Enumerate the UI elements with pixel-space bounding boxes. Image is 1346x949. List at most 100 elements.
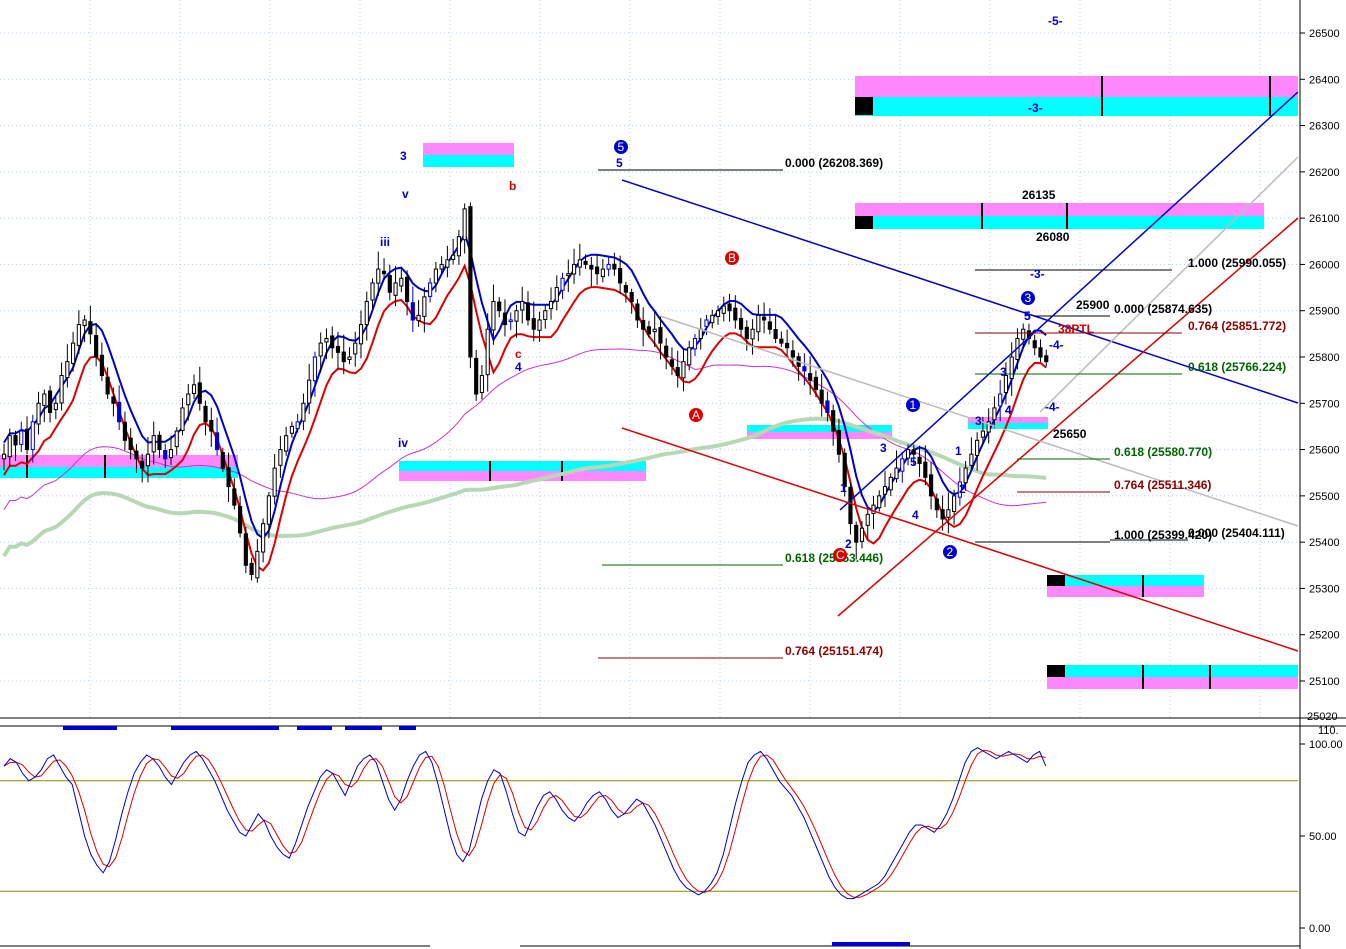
candle-body [99,354,104,377]
candle-body [762,316,767,321]
candle-body [859,527,865,542]
candle-body [623,285,628,293]
wave-label: 5 [910,455,917,469]
candle-body [191,384,197,394]
wave-label: 4 [912,508,919,522]
candle-body [871,504,876,515]
candle-body [140,460,145,469]
candle-body [571,263,577,275]
candle-body [278,449,283,466]
candle-body [733,307,738,321]
price-tick-label: 25500 [1309,491,1340,503]
price-tick-label: 25900 [1309,306,1340,318]
wave-label: iv [398,436,408,450]
wave-label: A [692,408,700,422]
candle-body [750,328,755,340]
candle-body [59,375,64,404]
candle-body [900,458,905,472]
candle-body [451,254,456,260]
candle-body [566,273,571,277]
wave-label: 38PTL [1058,322,1094,336]
zone-second-cyan [855,216,1264,229]
candle-body [1009,356,1014,379]
candle-body [554,287,559,302]
wave-label: c [515,347,522,361]
candle-body [1038,347,1043,358]
stock-chart: 0.000 (26208.369)0.618 (25353.446)0.764 … [0,0,1346,949]
zone-marker-block [855,97,873,115]
candle-body [47,390,53,414]
zone-bottom-cyan [1047,665,1298,677]
wave-label: 4 [515,360,522,374]
candle-body [756,314,761,333]
oscillator-top-label: 110. [1318,725,1339,737]
candle-body [422,296,427,317]
candle-body [433,268,438,284]
candle-body [980,430,985,438]
candle-body [888,476,893,491]
price-tick-label: 25800 [1309,352,1340,364]
price-tick-label: 26000 [1309,259,1340,271]
candle-body [289,425,294,434]
candle-body [502,312,508,326]
candle-body [468,206,473,358]
candle-body [7,435,12,458]
candle-body [658,327,663,344]
candle-body [491,300,496,331]
price-tick-label: 25700 [1309,398,1340,410]
candle-body [497,301,502,312]
candle-body [19,430,24,445]
wave-label: 5 [616,156,623,170]
candle-body [560,277,565,291]
time-marker-bar [399,726,416,730]
wave-circle-label: 3 [1025,291,1032,305]
candle-body [543,310,548,321]
candle-body [24,428,30,451]
candle-body [635,303,640,321]
fib-label-c0: 0.000 (25404.111) [1188,526,1285,540]
candle-body [42,393,47,406]
candle-body [808,373,813,381]
candle-body [923,461,928,478]
wave-label: 3 [975,414,982,428]
candle-body [335,345,341,353]
candle-body [428,282,433,297]
candle-body [854,524,859,543]
time-marker-bar [171,726,279,730]
wave-label: 2 [845,537,852,551]
zone-marker-block [1047,665,1065,677]
candle-body [692,337,698,350]
zone-low-pink [1047,586,1204,597]
candle-body [53,402,58,411]
candle-body [721,305,726,314]
candle-body [865,513,870,526]
candle-body [514,310,519,322]
candle-body [710,314,715,324]
fib-label-b618: 0.618 (25766.224) [1188,360,1286,374]
candle-body [612,263,617,270]
candle-body [439,263,444,270]
candle-body [122,421,128,441]
candle-body [779,338,784,344]
candle-body [744,326,749,339]
candle-body [738,317,744,330]
candle-body [105,376,110,395]
candle-body [462,208,467,241]
candle-body [312,356,318,382]
price-tick-label: 25200 [1309,630,1340,642]
candle-body [13,435,18,446]
candle-body [238,506,243,534]
oscillator-tick-label: 100.00 [1309,739,1343,751]
candle-body [577,259,582,268]
candle-body [836,430,842,455]
price-tick-label: 26100 [1309,213,1340,225]
candle-body [243,533,248,566]
zone-top-wide-cyan [855,97,1298,116]
candle-body [364,300,369,326]
candle-body [767,321,772,330]
candle-body [773,329,778,339]
candle-body [318,342,323,357]
fib-label-b1: 1.000 (25990.055) [1188,256,1286,270]
candle-body [163,449,168,460]
candle-body [675,367,680,377]
